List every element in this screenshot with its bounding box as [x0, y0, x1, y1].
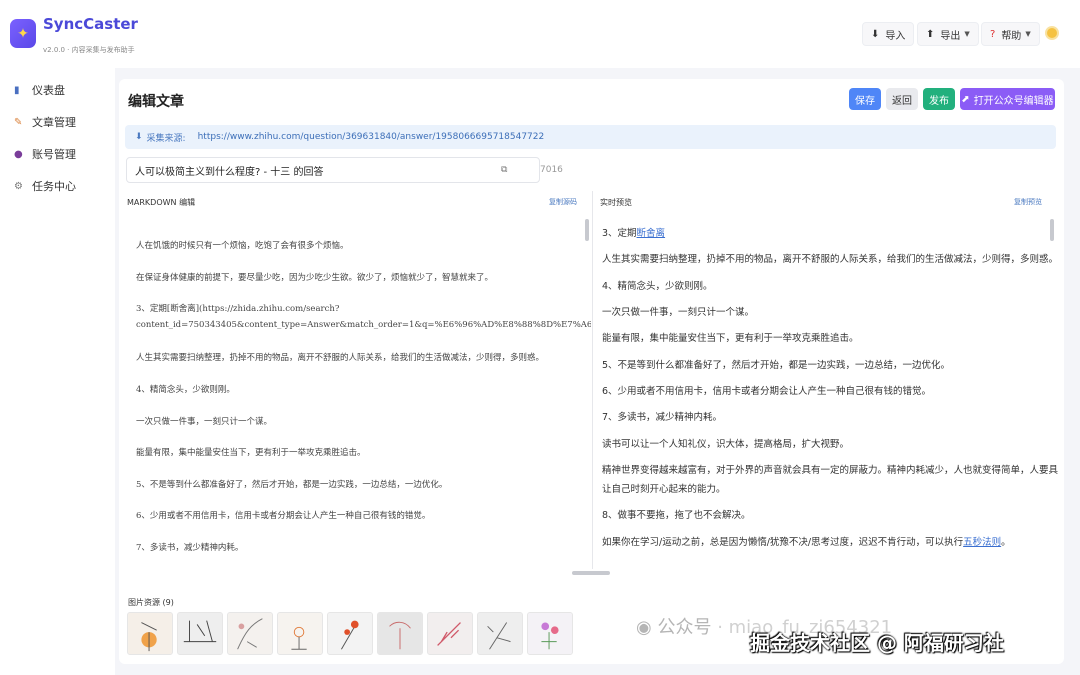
- image-thumbnail[interactable]: [227, 612, 273, 655]
- copy-icon[interactable]: ⧉: [501, 165, 507, 175]
- markdown-pane: MARKDOWN 编辑 复制源码 人在饥饿的时候只有一个烦恼，吃饱了会有很多个烦…: [127, 191, 591, 569]
- app-subtitle: v2.0.0 · 内容采集与发布助手: [43, 46, 135, 54]
- sketch-image: [478, 613, 522, 654]
- back-button[interactable]: 返回: [886, 88, 918, 110]
- sketch-image: [228, 613, 272, 654]
- editor-card: 编辑文章 保存 返回 发布 ⬈ 打开公众号编辑器 ⬇ 采集来源: https:/…: [119, 79, 1064, 664]
- preview-line: 精神世界变得越来越富有，对于外界的声音就会具有一定的屏蔽力。精神内耗减少，人也就…: [602, 465, 1058, 476]
- markdown-line[interactable]: 人生其实需要扫纳整理，扔掉不用的物品，离开不舒服的人际关系，给我们的生活做减法，…: [136, 351, 544, 363]
- sketch-image: [428, 613, 472, 654]
- sidebar: ▮ 仪表盘 ✎ 文章管理 ● 账号管理 ⚙ 任务中心: [0, 68, 115, 675]
- image-thumbnail[interactable]: [427, 612, 473, 655]
- import-button[interactable]: ⬇ 导入: [862, 22, 915, 46]
- image-thumbnail[interactable]: [477, 612, 523, 655]
- preview-scrollbar[interactable]: [1050, 219, 1054, 241]
- preview-link[interactable]: 五秒法则: [963, 537, 1001, 548]
- markdown-line[interactable]: content_id=750343405&content_type=Answer…: [136, 320, 591, 330]
- image-thumbnail[interactable]: [377, 612, 423, 655]
- preview-line: 8、做事不要拖，拖了也不会解决。: [602, 510, 751, 521]
- preview-line: 能量有限，集中能量安住当下，更有利于一举攻克乘胜追击。: [602, 333, 859, 344]
- chevron-down-icon: ▼: [1025, 30, 1031, 38]
- source-url-link[interactable]: https://www.zhihu.com/question/369631840…: [198, 132, 545, 142]
- markdown-line[interactable]: 人在饥饿的时候只有一个烦恼，吃饱了会有很多个烦恼。: [136, 239, 349, 251]
- title-input[interactable]: 人可以极简主义到什么程度? - 十三 的回答 ⧉: [126, 157, 540, 183]
- preview-line: 3、定期断舍离: [602, 228, 666, 239]
- preview-line: 人生其实需要扫纳整理，扔掉不用的物品，离开不舒服的人际关系，给我们的生活做减法，…: [602, 254, 1058, 265]
- image-thumbnail[interactable]: [277, 612, 323, 655]
- preview-pane: 实时预览 复制预览 3、定期断舍离 人生其实需要扫纳整理，扔掉不用的物品，离开不…: [593, 191, 1058, 569]
- sidebar-item-tasks[interactable]: ⚙ 任务中心: [14, 176, 76, 196]
- markdown-line[interactable]: 6、少用或者不用信用卡，信用卡或者分期会让人产生一种自己很有钱的错觉。: [136, 509, 430, 521]
- markdown-line[interactable]: 3、定期[断舍离](https://zhida.zhihu.com/search…: [136, 302, 339, 314]
- markdown-header: MARKDOWN 编辑 复制源码: [127, 197, 577, 207]
- theme-toggle[interactable]: [1045, 26, 1059, 40]
- arrow-icon: ⬈: [961, 93, 970, 105]
- juejin-watermark: 掘金技术社区 @ 阿福研习社: [750, 631, 1004, 655]
- export-button[interactable]: ⬆ 导出 ▼: [917, 22, 979, 46]
- image-thumbnail[interactable]: [127, 612, 173, 655]
- source-bar: ⬇ 采集来源: https://www.zhihu.com/question/3…: [125, 125, 1056, 149]
- bar-chart-icon: ▮: [14, 84, 20, 96]
- preview-line: 7、多读书，减少精神内耗。: [602, 412, 723, 423]
- preview-line: 如果你在学习/运动之前，总是因为懒惰/犹豫不决/思考过度，迟迟不肯行动，可以执行…: [602, 537, 1011, 548]
- title-char-count: 7016: [540, 165, 563, 175]
- preview-line: 读书可以让一个人知礼仪，识大体，提高格局，扩大视野。: [602, 439, 850, 450]
- help-button[interactable]: ? 帮助 ▼: [981, 22, 1040, 46]
- download-icon: ⬆: [926, 28, 935, 40]
- preview-line: 5、不是等到什么都准备好了，然后才开始，都是一边实践，一边总结，一边优化。: [602, 360, 951, 371]
- save-button[interactable]: 保存: [849, 88, 881, 110]
- source-label: 采集来源:: [146, 133, 186, 144]
- upload-icon: ⬇: [871, 28, 880, 40]
- markdown-scrollbar[interactable]: [585, 219, 589, 241]
- preview-line: 让自己时刻开心起来的能力。: [602, 484, 726, 495]
- markdown-line[interactable]: 在保证身体健康的前提下，要尽量少吃，因为少吃少生欲。欲少了，烦恼就少了，智慧就来…: [136, 271, 493, 283]
- preview-line: 4、精简念头，少欲则刚。: [602, 281, 713, 292]
- page-title: 编辑文章: [128, 94, 184, 110]
- link-icon: ⬇: [135, 132, 143, 142]
- app-logo: ✦: [10, 19, 36, 48]
- sidebar-item-articles[interactable]: ✎ 文章管理: [14, 112, 76, 132]
- markdown-line[interactable]: 能量有限，集中能量安住当下，更有利于一举攻克乘胜追击。: [136, 446, 366, 458]
- app-name: SyncCaster: [43, 15, 138, 33]
- question-icon: ?: [990, 28, 996, 40]
- copy-source-button[interactable]: 复制源码: [549, 197, 577, 207]
- markdown-line[interactable]: 4、精简念头，少欲则刚。: [136, 383, 235, 395]
- gear-icon: ⚙: [14, 180, 23, 192]
- sidebar-item-dashboard[interactable]: ▮ 仪表盘: [14, 80, 65, 100]
- sidebar-item-accounts[interactable]: ● 账号管理: [14, 144, 76, 164]
- open-wechat-editor-button[interactable]: ⬈ 打开公众号编辑器: [960, 88, 1055, 110]
- sketch-image: [328, 613, 372, 654]
- image-thumbnail[interactable]: [527, 612, 573, 655]
- user-icon: ●: [14, 148, 23, 160]
- chevron-down-icon: ▼: [964, 30, 970, 38]
- image-thumbnail[interactable]: [327, 612, 373, 655]
- sparkle-icon: ✦: [17, 25, 29, 42]
- edit-icon: ✎: [14, 116, 23, 128]
- markdown-line[interactable]: 7、多读书，减少精神内耗。: [136, 541, 243, 553]
- sketch-image: [178, 613, 222, 654]
- markdown-line[interactable]: 5、不是等到什么都准备好了，然后才开始，都是一边实践，一边总结，一边优化。: [136, 478, 447, 490]
- preview-link[interactable]: 断舍离: [637, 228, 666, 239]
- horizontal-scrollbar[interactable]: [572, 571, 610, 575]
- markdown-line[interactable]: 一次只做一件事，一刻只计一个谋。: [136, 415, 272, 427]
- preview-header: 实时预览 复制预览: [600, 197, 1042, 207]
- preview-line: 6、少用或者不用信用卡，信用卡或者分期会让人产生一种自己很有钱的错觉。: [602, 386, 932, 397]
- top-bar: ✦ SyncCaster v2.0.0 · 内容采集与发布助手 ⬇ 导入 ⬆ 导…: [0, 0, 1080, 68]
- image-resources-label: 图片资源 (9): [128, 598, 174, 607]
- wechat-icon: ◉: [636, 617, 652, 638]
- sketch-image: [528, 613, 572, 654]
- image-thumbnail[interactable]: [177, 612, 223, 655]
- preview-line: 一次只做一件事，一刻只计一个谋。: [602, 307, 755, 318]
- copy-preview-button[interactable]: 复制预览: [1014, 197, 1042, 207]
- publish-button[interactable]: 发布: [923, 88, 955, 110]
- sketch-image: [278, 613, 322, 654]
- sketch-image: [128, 613, 172, 654]
- sketch-image: [378, 613, 422, 654]
